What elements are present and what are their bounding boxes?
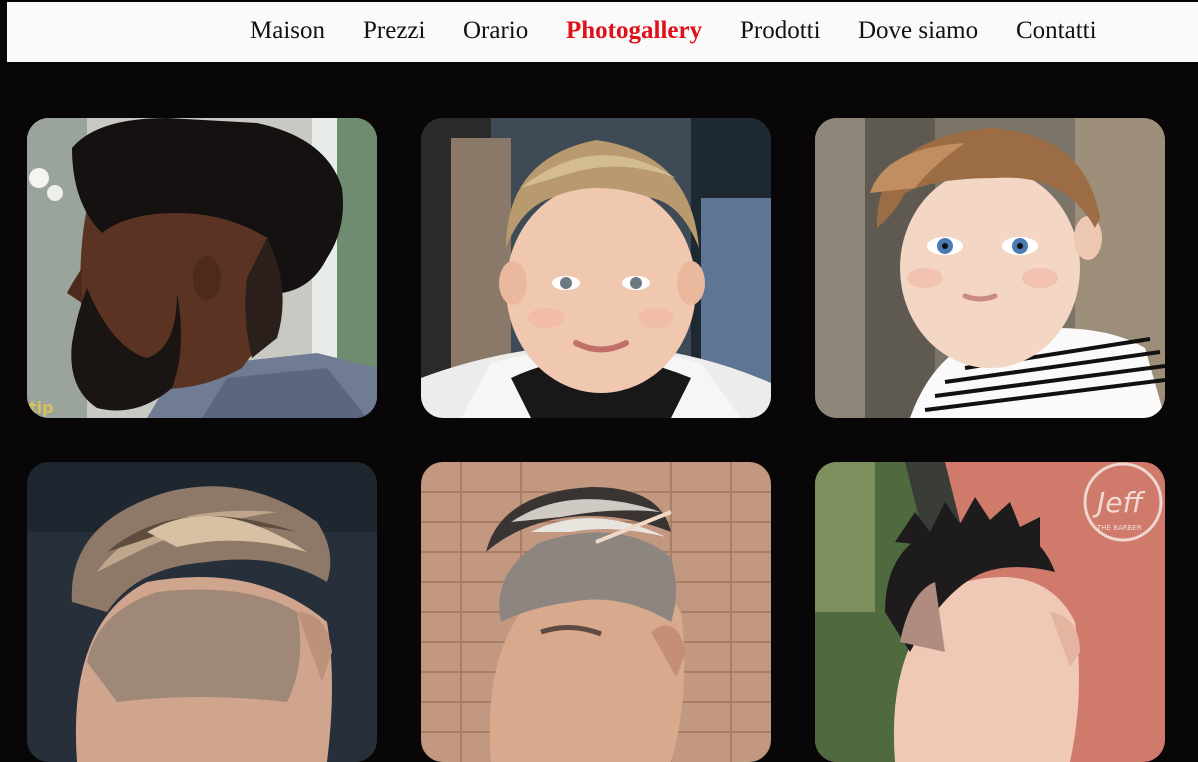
the-barber-watermark: THE BARBER xyxy=(1096,524,1142,532)
gallery-photo-5[interactable] xyxy=(421,462,771,762)
nav-item-photogallery[interactable]: Photogallery xyxy=(566,16,702,46)
haircut-photo-spiky-fade: Jeff THE BARBER xyxy=(815,462,1165,762)
gallery-photo-3[interactable] xyxy=(815,118,1165,418)
nav-item-prodotti[interactable]: Prodotti xyxy=(740,16,821,46)
tip-watermark: tip xyxy=(29,398,54,417)
top-navbar: Maison Prezzi Orario Photogallery Prodot… xyxy=(7,2,1198,62)
haircut-photo-textured-crop xyxy=(421,118,771,418)
haircut-photo-hard-part-pompadour xyxy=(421,462,771,762)
haircut-photo-high-top-fade: tip xyxy=(27,118,377,418)
gallery-photo-2[interactable] xyxy=(421,118,771,418)
gallery-photo-4[interactable] xyxy=(27,462,377,762)
haircut-photo-slicked-back-undercut xyxy=(27,462,377,762)
haircut-photo-side-swept-fringe xyxy=(815,118,1165,418)
gallery-photo-1[interactable]: tip xyxy=(27,118,377,418)
nav-item-contatti[interactable]: Contatti xyxy=(1016,16,1097,46)
nav-item-orario[interactable]: Orario xyxy=(463,16,528,46)
photo-gallery: tip Jeff THE BARBER xyxy=(0,62,1198,762)
nav-item-dove-siamo[interactable]: Dove siamo xyxy=(858,16,978,46)
gallery-photo-6[interactable]: Jeff THE BARBER xyxy=(815,462,1165,762)
nav-item-prezzi[interactable]: Prezzi xyxy=(363,16,425,46)
nav-item-maison[interactable]: Maison xyxy=(250,16,325,46)
jeff-watermark: Jeff xyxy=(1092,486,1145,519)
